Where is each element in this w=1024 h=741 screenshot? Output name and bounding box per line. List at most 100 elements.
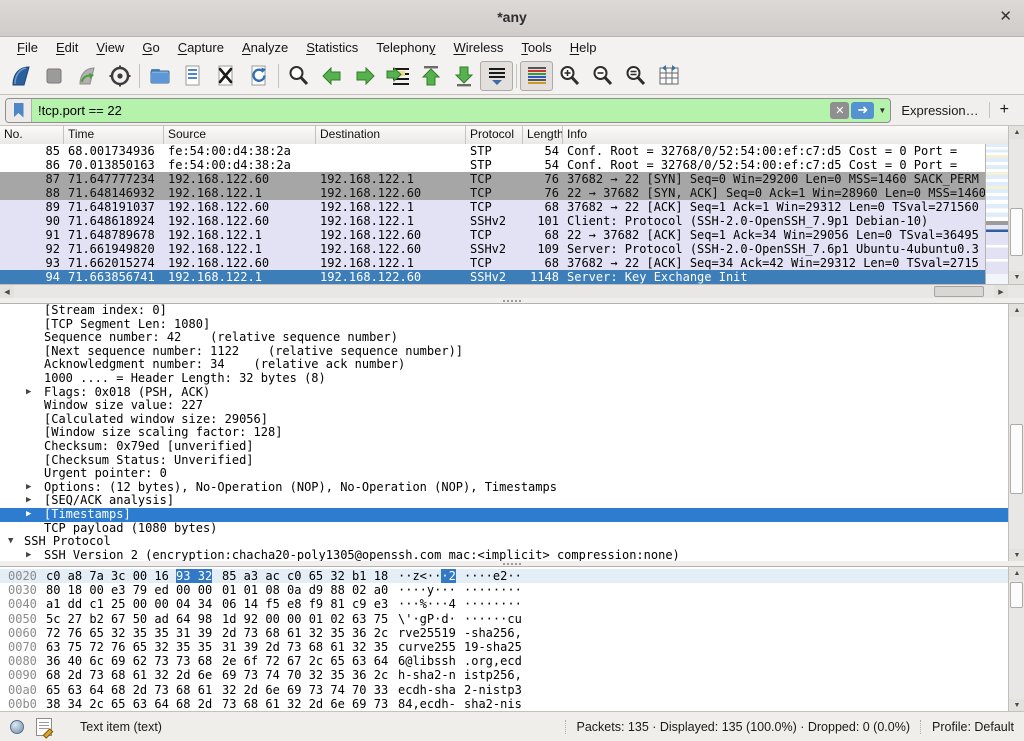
previous-packet-icon[interactable] (315, 61, 348, 91)
ascii-bytes[interactable]: 2-nistp3 (464, 683, 522, 697)
scroll-down-icon[interactable]: ▼ (1009, 271, 1024, 284)
auto-scroll-icon[interactable] (480, 61, 513, 91)
next-packet-icon[interactable] (348, 61, 381, 91)
ascii-bytes[interactable]: ········ (464, 597, 522, 611)
hex-bytes[interactable]: 31 39 2d 73 68 61 32 35 (222, 640, 388, 654)
menu-item-tools[interactable]: Tools (512, 39, 560, 56)
filter-input[interactable] (32, 103, 830, 118)
menu-item-telephony[interactable]: Telephony (367, 39, 444, 56)
last-packet-icon[interactable] (447, 61, 480, 91)
packet-row[interactable]: 8971.648191037192.168.122.60192.168.122.… (0, 200, 986, 214)
detail-line[interactable]: [Stream index: 0] (0, 304, 1024, 318)
detail-line[interactable]: Urgent pointer: 0 (0, 467, 1024, 481)
find-packet-icon[interactable] (282, 61, 315, 91)
packet-row[interactable]: 9471.663856741192.168.122.1192.168.122.6… (0, 270, 986, 284)
menu-item-statistics[interactable]: Statistics (297, 39, 367, 56)
hex-row[interactable]: 0020c0 a8 7a 3c 00 16 93 3285 a3 ac c0 6… (0, 569, 1024, 583)
menu-item-edit[interactable]: Edit (47, 39, 87, 56)
packet-row[interactable]: 9071.648618924192.168.122.60192.168.122.… (0, 214, 986, 228)
hex-bytes[interactable]: 06 14 f5 e8 f9 81 c9 e3 (222, 597, 388, 611)
scroll-left-icon[interactable]: ◀ (0, 285, 14, 298)
column-header-source[interactable]: Source (164, 126, 316, 144)
start-capture-icon[interactable] (4, 61, 37, 91)
ascii-bytes[interactable]: -sha256, (464, 626, 522, 640)
add-filter-button[interactable]: + (990, 101, 1019, 119)
hex-row[interactable]: 00b038 34 2c 65 63 64 68 2d73 68 61 32 2… (0, 697, 1024, 711)
capture-comment-icon[interactable] (36, 718, 52, 736)
detail-line[interactable]: [Window size scaling factor: 128] (0, 426, 1024, 440)
menu-item-file[interactable]: File (8, 39, 47, 56)
column-header-protocol[interactable]: Protocol (466, 126, 523, 144)
expert-info-icon[interactable] (10, 720, 24, 734)
column-header-length[interactable]: Length (523, 126, 563, 144)
filter-bookmark-button[interactable] (6, 99, 32, 122)
hex-row[interactable]: 008036 40 6c 69 62 73 73 682e 6f 72 67 2… (0, 654, 1024, 668)
hex-row[interactable]: 00505c 27 b2 67 50 ad 64 981d 92 00 00 0… (0, 612, 1024, 626)
hex-bytes[interactable]: 38 34 2c 65 63 64 68 2d (46, 697, 212, 711)
ascii-bytes[interactable]: \'·gP·d· (398, 612, 456, 626)
colorize-icon[interactable] (520, 61, 553, 91)
hex-bytes[interactable]: 2e 6f 72 67 2c 65 63 64 (222, 654, 388, 668)
resize-columns-icon[interactable] (652, 61, 685, 91)
column-header-destination[interactable]: Destination (316, 126, 466, 144)
hex-bytes[interactable]: 63 75 72 76 65 32 35 35 (46, 640, 212, 654)
hex-bytes[interactable]: 72 76 65 32 35 35 31 39 (46, 626, 212, 640)
detail-line[interactable]: ▶Flags: 0x018 (PSH, ACK) (0, 386, 1024, 400)
hex-bytes[interactable]: 01 01 08 0a d9 88 02 a0 (222, 583, 388, 597)
filter-dropdown-icon[interactable]: ▼ (874, 99, 890, 122)
capture-options-icon[interactable] (103, 61, 136, 91)
ascii-bytes[interactable]: 84,ecdh- (398, 697, 456, 711)
detail-line[interactable]: [Checksum Status: Unverified] (0, 454, 1024, 468)
menu-item-go[interactable]: Go (133, 39, 168, 56)
collapsed-arrow-icon[interactable]: ▶ (26, 481, 31, 495)
detail-line[interactable]: [TCP Segment Len: 1080] (0, 318, 1024, 332)
ascii-bytes[interactable]: istp256, (464, 668, 522, 682)
menu-item-analyze[interactable]: Analyze (233, 39, 297, 56)
ascii-bytes[interactable]: curve255 (398, 640, 456, 654)
filter-apply-icon[interactable]: ➜ (851, 102, 874, 119)
zoom-reset-icon[interactable] (619, 61, 652, 91)
column-header-time[interactable]: Time (64, 126, 164, 144)
bytes-vscrollbar[interactable]: ▲ ▼ (1008, 567, 1024, 712)
hex-bytes[interactable]: 65 63 64 68 2d 73 68 61 (46, 683, 212, 697)
packet-row[interactable]: 8670.013850163fe:54:00:d4:38:2aSTP54Conf… (0, 158, 986, 172)
scroll-up-icon[interactable]: ▲ (1009, 304, 1024, 317)
packet-row[interactable]: 8568.001734936fe:54:00:d4:38:2aSTP54Conf… (0, 144, 986, 158)
expanded-arrow-icon[interactable]: ▼ (8, 535, 13, 549)
ascii-bytes[interactable]: h-sha2-n (398, 668, 456, 682)
detail-line[interactable]: Checksum: 0x79ed [unverified] (0, 440, 1024, 454)
hex-bytes[interactable]: 68 2d 73 68 61 32 2d 6e (46, 668, 212, 682)
scroll-up-icon[interactable]: ▲ (1009, 567, 1024, 580)
detail-line[interactable]: Sequence number: 42 (relative sequence n… (0, 331, 1024, 345)
scroll-right-icon[interactable]: ▶ (994, 285, 1008, 298)
hex-row[interactable]: 007063 75 72 76 65 32 35 3531 39 2d 73 6… (0, 640, 1024, 654)
column-header-info[interactable]: Info (563, 126, 1024, 144)
expression-button[interactable]: Expression… (891, 103, 988, 118)
column-header-no[interactable]: No. (0, 126, 64, 144)
ascii-bytes[interactable]: rve25519 (398, 626, 456, 640)
collapsed-arrow-icon[interactable]: ▶ (26, 549, 31, 562)
packet-row[interactable]: 9171.648789678192.168.122.1192.168.122.6… (0, 228, 986, 242)
detail-line[interactable]: ▶[Timestamps] (0, 508, 1024, 522)
ascii-bytes[interactable]: 19-sha25 (464, 640, 522, 654)
scrollbar-thumb[interactable] (1010, 582, 1023, 608)
detail-line[interactable]: ▶SSH Version 2 (encryption:chacha20-poly… (0, 549, 1024, 562)
close-icon[interactable]: ✕ (999, 8, 1012, 26)
ascii-bytes[interactable]: ······cu (464, 612, 522, 626)
profile-label[interactable]: Profile: Default (932, 720, 1014, 734)
ascii-bytes[interactable]: 6@libssh (398, 654, 456, 668)
hex-row[interactable]: 0040a1 dd c1 25 00 00 04 3406 14 f5 e8 f… (0, 597, 1024, 611)
hex-bytes[interactable]: 2d 73 68 61 32 35 36 2c (222, 626, 388, 640)
ascii-bytes[interactable]: sha2-nis (464, 697, 522, 711)
zoom-out-icon[interactable] (586, 61, 619, 91)
ascii-bytes[interactable]: ····y··· (398, 583, 456, 597)
hex-bytes[interactable]: c0 a8 7a 3c 00 16 93 32 (46, 569, 212, 583)
hex-bytes[interactable]: 80 18 00 e3 79 ed 00 00 (46, 583, 212, 597)
ascii-bytes[interactable]: ···%···4 (398, 597, 456, 611)
scrollbar-thumb[interactable] (1010, 424, 1023, 494)
detail-line[interactable]: ▼SSH Protocol (0, 535, 1024, 549)
detail-line[interactable]: Window size value: 227 (0, 399, 1024, 413)
hex-bytes[interactable]: 32 2d 6e 69 73 74 70 33 (222, 683, 388, 697)
save-file-icon[interactable] (176, 61, 209, 91)
filter-clear-icon[interactable]: ✕ (830, 102, 849, 119)
